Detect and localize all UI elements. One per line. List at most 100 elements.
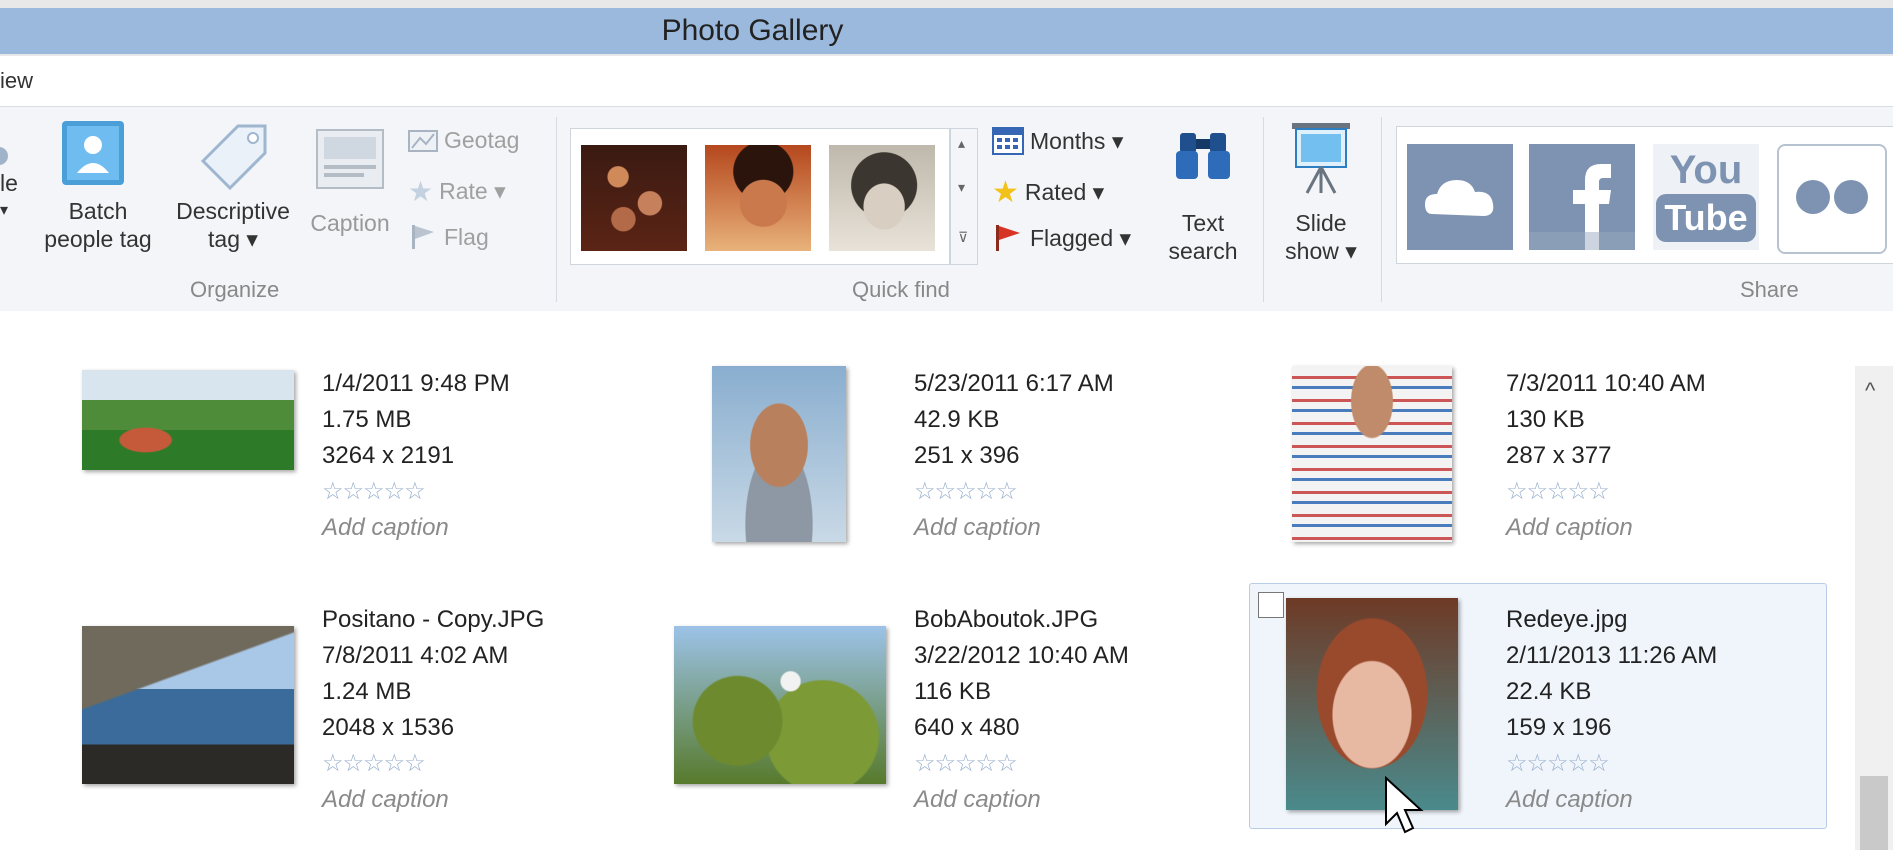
rating-stars[interactable]: ☆☆☆☆☆ — [1506, 746, 1717, 782]
flag-label: Flag — [444, 223, 489, 250]
flag-icon — [996, 225, 1020, 251]
scroll-up-arrow[interactable]: ^ — [1865, 378, 1875, 404]
photo-date: 2/11/2013 11:26 AM — [1506, 642, 1718, 669]
rating-stars[interactable]: ☆☆☆☆☆ — [322, 474, 510, 510]
people-tag-partial-button[interactable]: le ▾ — [0, 169, 22, 225]
caption-button[interactable]: Caption — [304, 121, 396, 271]
photo-dimensions: 3264 x 2191 — [322, 442, 455, 469]
flagged-button[interactable]: Flagged ▾ — [992, 223, 1131, 253]
photo-thumbnail-man-sunglasses[interactable] — [712, 366, 846, 542]
face-thumbnail-1[interactable] — [581, 145, 687, 251]
facebook-button[interactable] — [1529, 144, 1635, 250]
chevron-down-icon[interactable]: ▾ — [958, 179, 965, 196]
flickr-button[interactable] — [1777, 144, 1887, 254]
photo-thumbnail-maarten[interactable] — [82, 370, 294, 470]
text-search-label-1: Text — [1181, 210, 1225, 236]
youtube-icon: You Tube — [1653, 148, 1759, 242]
ribbon: le ▾ Batch people tag Descriptive tag ▾ … — [0, 106, 1893, 312]
photo-dimensions: 251 x 396 — [914, 442, 1020, 469]
quick-find-group-label: Quick find — [852, 277, 950, 302]
add-caption-field[interactable]: Add caption — [914, 510, 1114, 546]
photo-dimensions: 640 x 480 — [914, 714, 1020, 741]
rate-label: Rate ▾ — [439, 178, 506, 204]
slide-show-label-1: Slide — [1295, 210, 1347, 236]
descriptive-tag-button[interactable]: Descriptive tag ▾ — [168, 121, 298, 271]
descriptive-tag-label-1: Descriptive — [176, 198, 290, 224]
rating-stars[interactable]: ☆☆☆☆☆ — [914, 746, 1129, 782]
expand-gallery-icon[interactable]: ⊽ — [958, 229, 968, 246]
photo-size: 22.4 KB — [1506, 678, 1592, 705]
flagged-label: Flagged ▾ — [1030, 224, 1132, 251]
photo-thumbnail-bob-tree[interactable] — [674, 626, 886, 784]
select-checkbox[interactable] — [1258, 592, 1284, 618]
chevron-up-icon[interactable]: ▴ — [958, 135, 965, 152]
photo-meta: Positano - Copy.JPG 7/8/2011 4:02 AM 1.2… — [322, 602, 544, 818]
rating-stars[interactable]: ☆☆☆☆☆ — [322, 746, 544, 782]
add-caption-field[interactable]: Add caption — [1506, 782, 1717, 818]
batch-people-tag-button[interactable]: Batch people tag — [34, 121, 162, 271]
geotag-icon — [408, 129, 438, 152]
text-search-label-2: search — [1168, 238, 1238, 264]
people-tag-partial-arrow: ▾ — [0, 202, 9, 219]
photo-thumbnail-man-striped-shirt[interactable] — [1292, 366, 1452, 542]
separator — [1263, 117, 1264, 302]
photo-date: 5/23/2011 6:17 AM — [914, 370, 1114, 397]
text-search-button[interactable]: Text search — [1160, 121, 1246, 271]
photo-meta: 1/4/2011 9:48 PM 1.75 MB 3264 x 2191 ☆☆☆… — [322, 366, 510, 546]
quick-find-scroll[interactable]: ▴ ▾ ⊽ — [950, 128, 978, 265]
face-thumbnail-2[interactable] — [705, 145, 811, 251]
photo-dimensions: 2048 x 1536 — [322, 714, 455, 741]
tab-view[interactable]: iew — [0, 68, 33, 94]
months-button[interactable]: Months ▾ — [992, 127, 1123, 155]
onedrive-button[interactable] — [1407, 144, 1513, 250]
photo-size: 1.75 MB — [322, 406, 412, 433]
add-caption-field[interactable]: Add caption — [322, 510, 510, 546]
star-icon: ★ — [408, 176, 434, 207]
rating-stars[interactable]: ☆☆☆☆☆ — [1506, 474, 1706, 510]
photo-meta: BobAboutok.JPG 3/22/2012 10:40 AM 116 KB… — [914, 602, 1129, 818]
add-caption-field[interactable]: Add caption — [914, 782, 1129, 818]
photo-filename: Redeye.jpg — [1506, 606, 1628, 633]
rate-button[interactable]: ★ Rate ▾ — [408, 175, 506, 208]
facebook-icon — [1529, 164, 1635, 250]
rated-label: Rated ▾ — [1024, 179, 1105, 205]
youtube-button[interactable]: You Tube — [1653, 144, 1759, 250]
share-gallery: You Tube — [1396, 126, 1893, 264]
descriptive-tag-label-2: tag ▾ — [208, 226, 258, 252]
photo-thumbnail-redeye[interactable] — [1286, 598, 1458, 810]
flickr-icon — [1796, 180, 1868, 214]
photo-date: 7/8/2011 4:02 AM — [322, 642, 509, 669]
flag-button[interactable]: Flag — [408, 223, 489, 251]
title-bar: Photo Gallery — [0, 0, 1893, 56]
geotag-label: Geotag — [444, 127, 520, 153]
photo-dimensions: 159 x 196 — [1506, 714, 1612, 741]
rated-button[interactable]: ★ Rated ▾ — [992, 175, 1104, 210]
people-tag-partial-icon — [0, 147, 8, 165]
photo-meta: Redeye.jpg 2/11/2013 11:26 AM 22.4 KB 15… — [1506, 602, 1717, 818]
star-icon: ★ — [992, 176, 1019, 209]
geotag-button[interactable]: Geotag — [408, 127, 519, 154]
vertical-scrollbar[interactable]: ^ — [1855, 366, 1893, 850]
photo-size: 116 KB — [914, 678, 991, 705]
face-thumbnail-3[interactable] — [829, 145, 935, 251]
youtube-text-you: You — [1669, 148, 1743, 192]
rating-stars[interactable]: ☆☆☆☆☆ — [914, 474, 1114, 510]
batch-people-tag-label-1: Batch — [68, 198, 128, 224]
people-tag-partial-label: le — [0, 170, 18, 196]
photo-filename: Positano - Copy.JPG — [322, 606, 545, 633]
add-caption-field[interactable]: Add caption — [1506, 510, 1706, 546]
add-caption-field[interactable]: Add caption — [322, 782, 544, 818]
photo-thumbnail-positano[interactable] — [82, 626, 294, 784]
scrollbar-thumb[interactable] — [1860, 776, 1888, 850]
slide-show-label-2: show ▾ — [1285, 238, 1357, 264]
projector-screen-icon — [1292, 123, 1350, 194]
share-group-label: Share — [1740, 277, 1799, 302]
youtube-text-tube: Tube — [1656, 194, 1756, 242]
photo-meta: 7/3/2011 10:40 AM 130 KB 287 x 377 ☆☆☆☆☆… — [1506, 366, 1706, 546]
person-tag-icon — [62, 121, 124, 185]
slide-show-button[interactable]: Slide show ▾ — [1276, 121, 1366, 271]
photo-date: 3/22/2012 10:40 AM — [914, 642, 1129, 669]
quick-find-gallery — [570, 128, 950, 265]
organize-group-label: Organize — [190, 277, 280, 302]
photo-dimensions: 287 x 377 — [1506, 442, 1612, 469]
